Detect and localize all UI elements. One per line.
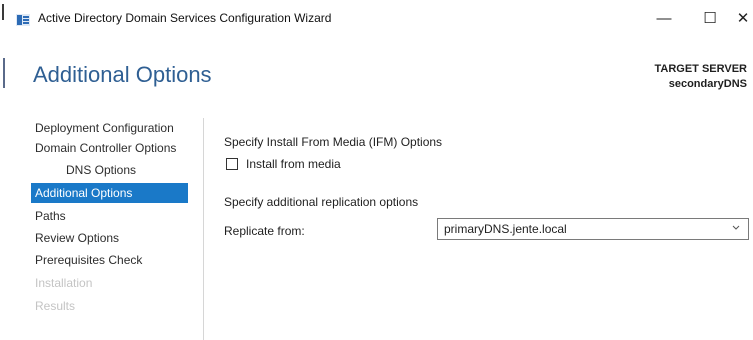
replicate-from-select[interactable]: primaryDNS.jente.local (437, 218, 749, 240)
background-window-edge (0, 0, 8, 340)
nav-item-prerequisites-check[interactable]: Prerequisites Check (33, 250, 142, 270)
edge-mark (3, 58, 5, 88)
wizard-nav: Deployment Configuration Domain Controll… (31, 118, 203, 340)
nav-item-installation: Installation (35, 276, 93, 290)
title-bar: Active Directory Domain Services Configu… (10, 0, 753, 36)
edge-mark (2, 4, 4, 20)
window-title: Active Directory Domain Services Configu… (38, 11, 332, 25)
replication-heading: Specify additional replication options (224, 195, 419, 209)
maximize-button[interactable]: ☐ (690, 4, 730, 32)
target-server-label: TARGET SERVER (654, 63, 748, 75)
replicate-from-label: Replicate from: (224, 224, 305, 238)
server-manager-icon (16, 13, 30, 26)
sidebar-divider (203, 118, 204, 340)
install-from-media-option[interactable]: Install from media (226, 157, 341, 171)
ifm-heading: Specify Install From Media (IFM) Options (224, 135, 443, 149)
replicate-from-value: primaryDNS.jente.local (444, 222, 567, 236)
close-button[interactable]: ✕ (732, 4, 753, 32)
nav-item-domain-controller-options[interactable]: Domain Controller Options (33, 138, 176, 158)
install-from-media-label[interactable]: Install from media (246, 157, 341, 171)
page-title: Additional Options (33, 62, 212, 87)
nav-item-additional-options[interactable]: Additional Options (31, 183, 188, 203)
nav-item-review-options[interactable]: Review Options (33, 228, 119, 248)
install-from-media-checkbox[interactable] (226, 158, 238, 170)
minimize-button[interactable]: — (644, 4, 684, 32)
nav-item-paths[interactable]: Paths (33, 206, 66, 226)
nav-item-dns-options[interactable]: DNS Options (33, 160, 136, 180)
chevron-down-icon[interactable] (732, 219, 740, 239)
nav-item-results: Results (35, 299, 76, 313)
nav-item-deployment-configuration[interactable]: Deployment Configuration (33, 118, 174, 138)
target-server-name: secondaryDNS (668, 78, 747, 90)
